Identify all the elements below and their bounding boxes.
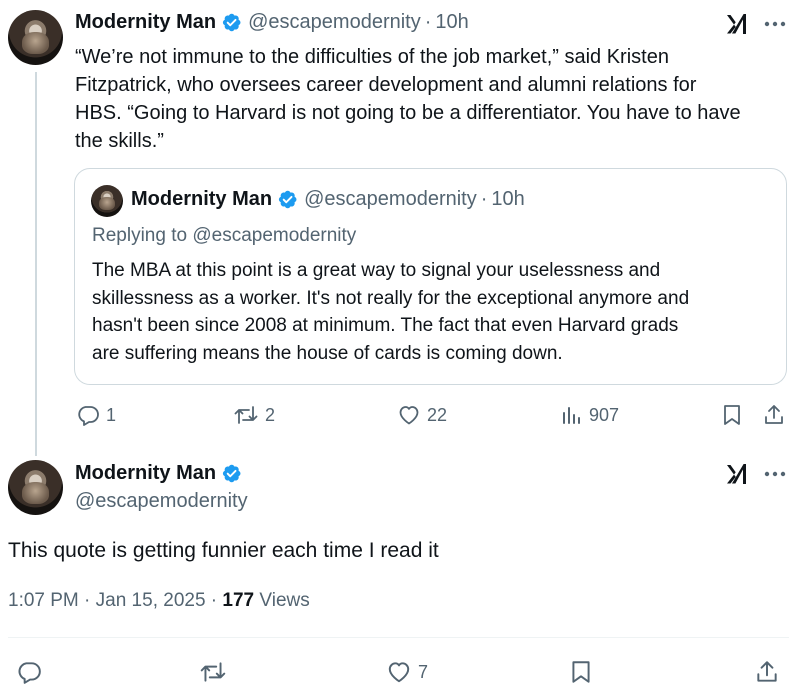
main-tweet-text: This quote is getting funnier each time …	[8, 539, 439, 562]
like-button[interactable]: 22	[397, 403, 447, 427]
parent-separator: ·	[424, 11, 432, 33]
grok-icon[interactable]	[725, 13, 749, 35]
quoted-author-avatar	[91, 185, 123, 217]
quoted-author-name: Modernity Man	[131, 188, 273, 210]
main-tweet-meta: 1:07 PM · Jan 15, 2025 · 177 Views	[8, 590, 310, 612]
thread-connector-line	[35, 72, 37, 456]
quoted-text-line: skillessness as a worker. It's not reall…	[92, 287, 690, 309]
quoted-text-line: The MBA at this point is a great way to …	[92, 260, 661, 281]
parent-text-line: the skills.”	[75, 130, 164, 152]
quoted-separator: ·	[480, 188, 488, 210]
quoted-text-line: are suffering means the house of cards i…	[92, 342, 563, 364]
quoted-author-row: Modernity Man @escapemodernity · 10h	[131, 188, 525, 211]
repost-button[interactable]: 2	[233, 403, 275, 427]
repost-icon	[200, 662, 226, 682]
reply-icon	[18, 662, 41, 684]
main-author-handle[interactable]: @escapemodernity	[75, 490, 248, 513]
reply-count: 1	[106, 404, 117, 425]
parent-text-line: HBS. “Going to Harvard is not going to b…	[75, 102, 741, 124]
main-like-count: 7	[418, 661, 429, 682]
parent-author-handle[interactable]: @escapemodernity	[248, 11, 421, 34]
quoted-tweet-text: The MBA at this point is a great way to …	[92, 257, 782, 367]
main-author-name[interactable]: Modernity Man	[75, 462, 216, 485]
repost-icon	[234, 406, 258, 424]
verified-badge-icon	[223, 13, 241, 32]
views-icon	[563, 407, 580, 424]
views-count: 907	[589, 404, 620, 425]
main-author-row: Modernity Man	[75, 462, 248, 485]
main-tweet-timestamp[interactable]: 1:07 PM · Jan 15, 2025 ·	[8, 590, 222, 611]
main-share-button[interactable]	[754, 659, 780, 685]
quoted-timestamp: 10h	[491, 188, 525, 210]
main-repost-button[interactable]	[199, 659, 227, 685]
parent-author-avatar[interactable]	[8, 10, 63, 65]
share-icon	[757, 661, 777, 682]
more-icon[interactable]	[763, 462, 787, 486]
verified-badge-icon	[223, 464, 241, 483]
parent-top-actions	[725, 12, 787, 36]
repost-count: 2	[265, 404, 276, 425]
parent-author-row: Modernity Man @escapemodernity · 10h	[75, 11, 469, 34]
quoted-author-handle: @escapemodernity	[304, 188, 477, 210]
main-reply-button[interactable]	[16, 659, 42, 685]
verified-badge-icon	[279, 190, 297, 209]
bookmark-icon	[572, 661, 590, 683]
bookmark-button[interactable]	[721, 403, 743, 427]
replying-to-label: Replying to @escapemodernity	[92, 225, 357, 246]
parent-timestamp[interactable]: 10h	[435, 11, 468, 34]
quoted-tweet-card[interactable]: Modernity Man @escapemodernity · 10h Rep…	[74, 168, 787, 385]
parent-tweet-text: “We’re not immune to the difficulties of…	[75, 43, 800, 155]
share-button[interactable]	[762, 403, 786, 427]
like-icon	[388, 662, 410, 683]
parent-text-line: “We’re not immune to the difficulties of…	[75, 46, 669, 68]
like-count: 22	[427, 404, 448, 425]
main-views-label: Views	[254, 590, 310, 611]
main-views-count: 177	[222, 590, 255, 611]
like-icon	[399, 406, 419, 425]
main-bookmark-button[interactable]	[569, 659, 593, 685]
quoted-text-line: hasn't been since 2008 at minimum. The f…	[92, 315, 679, 336]
main-like-button[interactable]: 7	[386, 659, 428, 685]
parent-author-name[interactable]: Modernity Man	[75, 11, 216, 34]
grok-icon[interactable]	[725, 463, 749, 485]
views-button[interactable]: 907	[561, 403, 619, 427]
main-top-actions	[725, 462, 787, 486]
reply-icon	[78, 406, 99, 426]
reply-button[interactable]: 1	[76, 403, 116, 427]
bookmark-icon	[724, 405, 740, 425]
meta-divider	[8, 637, 789, 638]
parent-text-line: Fitzpatrick, who oversees career develop…	[75, 74, 697, 96]
more-icon[interactable]	[763, 12, 787, 36]
share-icon	[765, 405, 783, 424]
main-author-avatar[interactable]	[8, 460, 63, 515]
